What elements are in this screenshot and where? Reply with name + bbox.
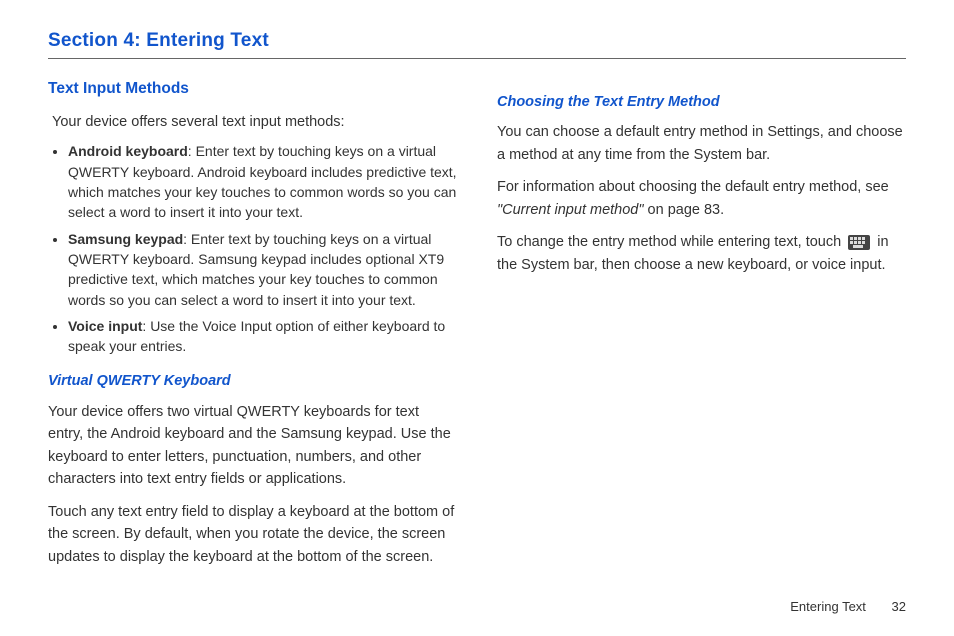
page-footer: Entering Text 32 <box>790 599 906 614</box>
cross-reference: "Current input method" <box>497 202 644 218</box>
section-title: Section 4: Entering Text <box>48 30 906 52</box>
document-page: Section 4: Entering Text Text Input Meth… <box>0 0 954 636</box>
bullet-label: Voice input <box>68 318 142 334</box>
horizontal-rule <box>48 58 906 59</box>
intro-paragraph: Your device offers several text input me… <box>52 111 457 133</box>
body-paragraph: Your device offers two virtual QWERTY ke… <box>48 401 457 491</box>
body-text: on page 83. <box>644 202 725 218</box>
body-paragraph: To change the entry method while enterin… <box>497 231 906 276</box>
list-item: Samsung keypad: Enter text by touching k… <box>68 229 457 310</box>
body-text: To change the entry method while enterin… <box>497 234 845 250</box>
body-paragraph: Touch any text entry field to display a … <box>48 501 457 568</box>
right-column: Choosing the Text Entry Method You can c… <box>497 77 906 578</box>
subheading-choosing-entry: Choosing the Text Entry Method <box>497 91 906 113</box>
body-paragraph: For information about choosing the defau… <box>497 176 906 221</box>
bullet-label: Samsung keypad <box>68 231 183 247</box>
body-text: For information about choosing the defau… <box>497 179 889 195</box>
list-item: Voice input: Use the Voice Input option … <box>68 316 457 357</box>
left-column: Text Input Methods Your device offers se… <box>48 77 457 578</box>
keyboard-icon <box>848 235 870 250</box>
heading-text-input-methods: Text Input Methods <box>48 77 457 101</box>
footer-label: Entering Text <box>790 599 866 614</box>
subheading-virtual-qwerty: Virtual QWERTY Keyboard <box>48 370 457 392</box>
page-number: 32 <box>892 599 906 614</box>
list-item: Android keyboard: Enter text by touching… <box>68 141 457 222</box>
two-column-layout: Text Input Methods Your device offers se… <box>48 77 906 578</box>
body-paragraph: You can choose a default entry method in… <box>497 121 906 166</box>
bullet-label: Android keyboard <box>68 143 188 159</box>
bullet-list: Android keyboard: Enter text by touching… <box>48 141 457 356</box>
